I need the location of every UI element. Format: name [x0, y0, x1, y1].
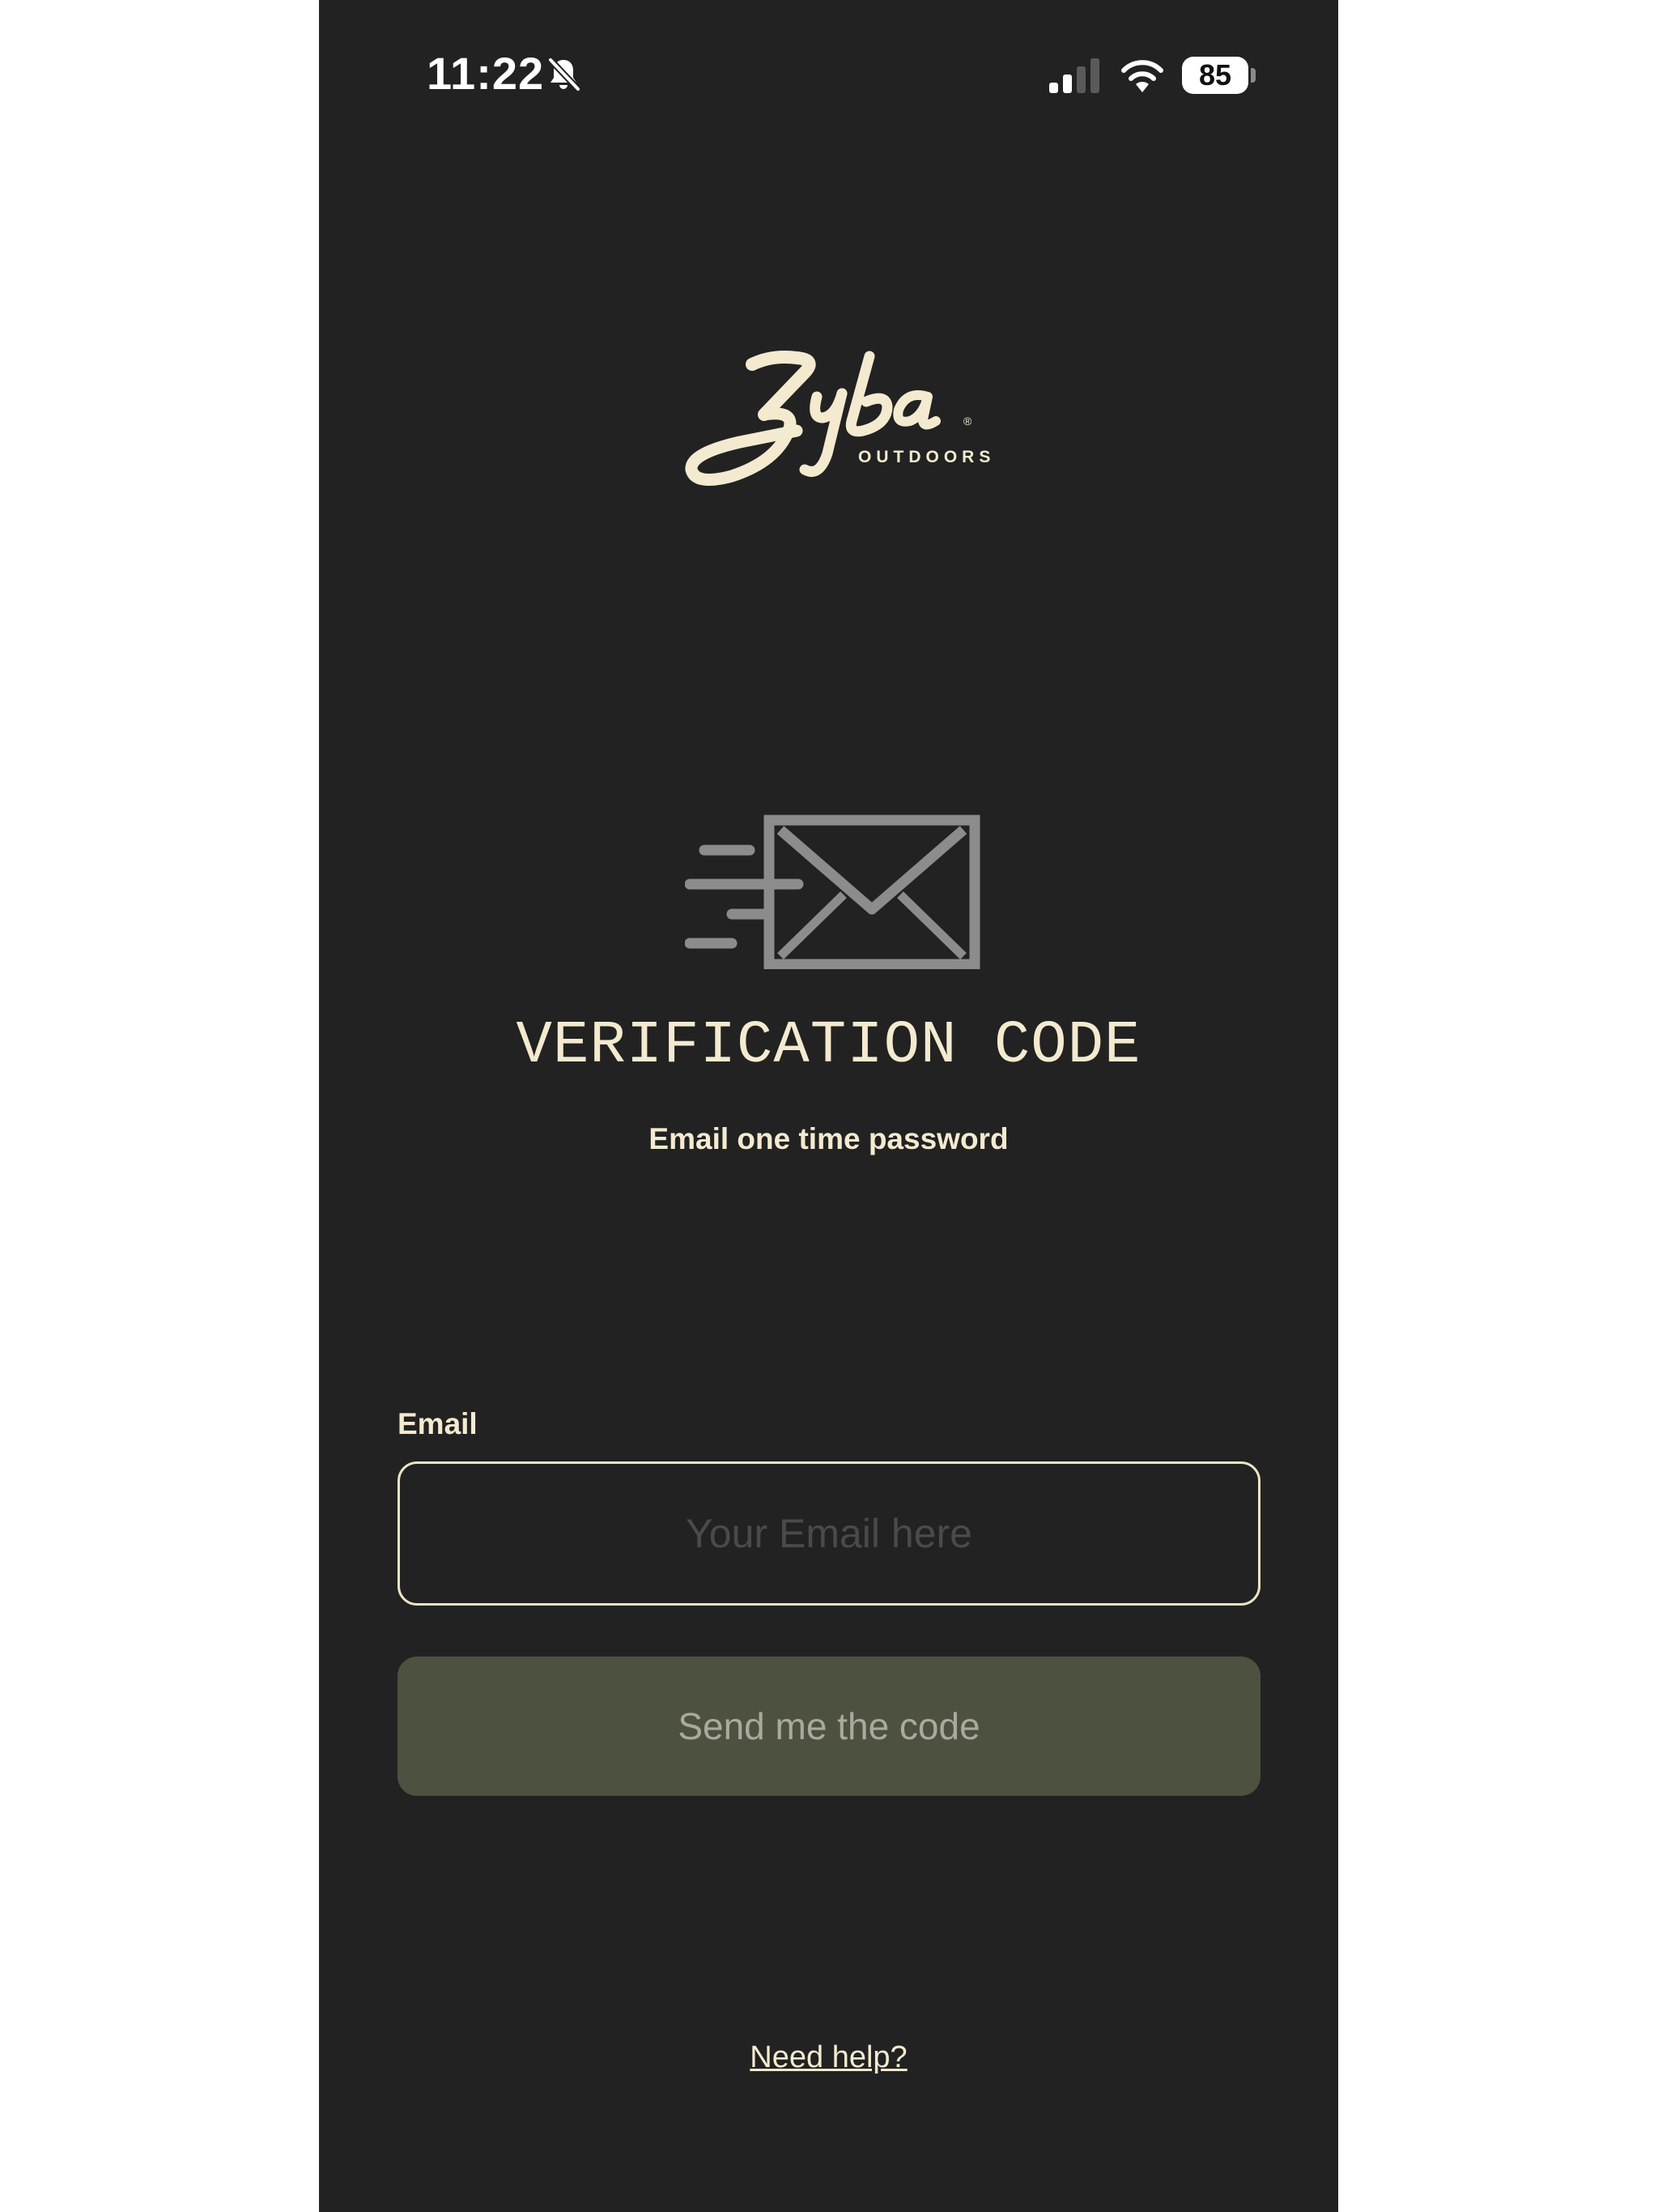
logo-subtitle: OUTDOORS	[858, 448, 996, 466]
page-subtitle: Email one time password	[648, 1122, 1009, 1155]
email-label: Email	[397, 1407, 478, 1440]
logo-registered-mark: ®	[963, 415, 972, 428]
cellular-signal-icon	[1049, 58, 1099, 93]
phone-screen: 11:22 85 ® OUTDOORS VERIFICATION CODE Em…	[319, 0, 1338, 2212]
send-code-button-label: Send me the code	[678, 1705, 980, 1747]
send-code-button[interactable]: Send me the code	[397, 1657, 1261, 1796]
battery-level: 85	[1198, 58, 1232, 91]
need-help-link[interactable]: Need help?	[319, 2040, 1338, 2075]
status-time: 11:22	[427, 48, 545, 99]
battery-nub	[1251, 68, 1256, 83]
envelope-sending-icon	[685, 815, 980, 969]
page-title: VERIFICATION CODE	[516, 1012, 1141, 1080]
battery-icon: 85	[1182, 57, 1248, 94]
zyba-logo	[685, 351, 941, 486]
email-input[interactable]	[397, 1461, 1261, 1606]
wifi-icon	[1121, 60, 1163, 92]
bell-slash-icon	[547, 57, 581, 92]
